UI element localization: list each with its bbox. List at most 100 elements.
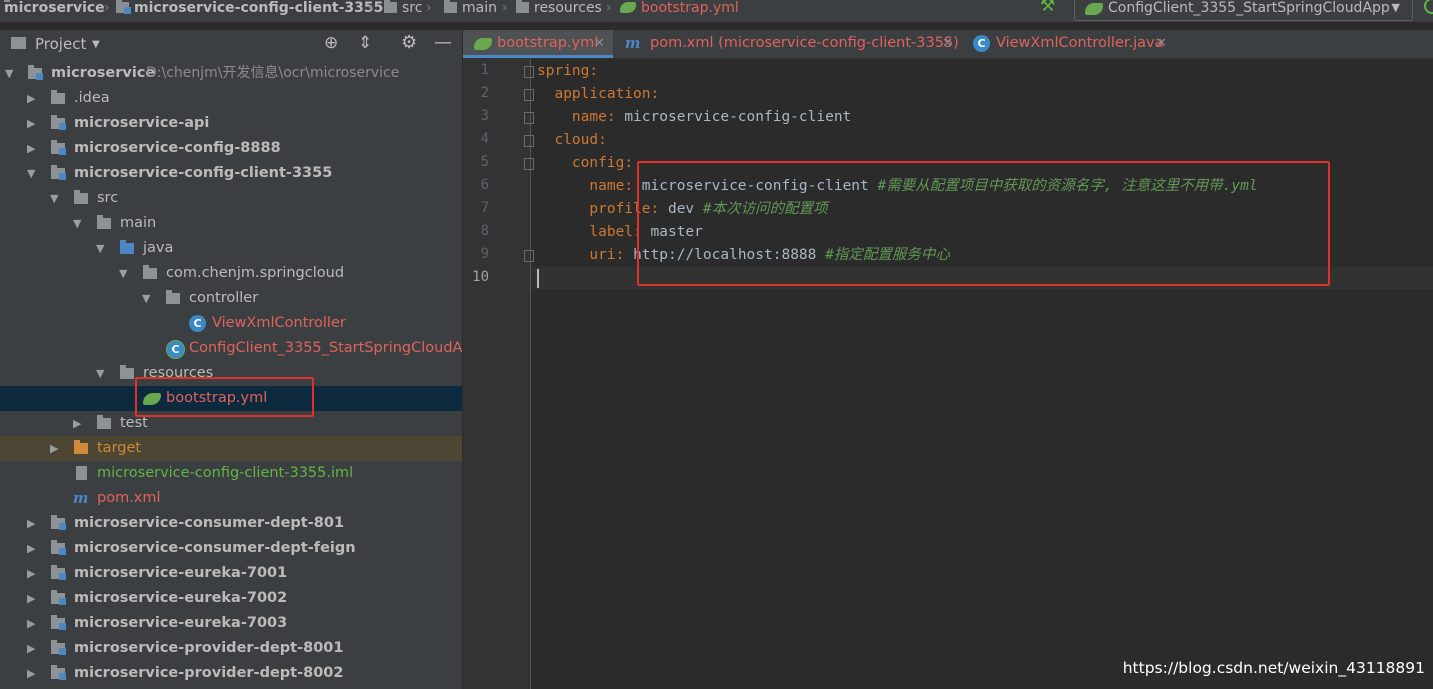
- chevron-right-icon: ›: [104, 0, 110, 16]
- resources-folder-icon: [516, 0, 529, 13]
- spring-boot-icon: [1085, 3, 1103, 15]
- tree-item-microservice[interactable]: ▼ microservice D:\chenjm\开发信息\ocr\micros…: [0, 61, 462, 86]
- run-configuration-dropdown[interactable]: ConfigClient_3355_StartSpringCloudApp ▼: [1074, 0, 1413, 21]
- expanded-arrow-icon[interactable]: ▼: [96, 236, 108, 261]
- collapsed-arrow-icon[interactable]: ▶: [27, 536, 39, 561]
- tree-item-consumer-dept-801[interactable]: ▶ microservice-consumer-dept-801: [0, 511, 462, 536]
- tree-item-src[interactable]: ▼ src: [0, 186, 462, 211]
- tab-viewxmlcontroller[interactable]: C ViewXmlController.java ✕: [961, 30, 1183, 58]
- tree-item-java[interactable]: ▼ java: [0, 236, 462, 261]
- module-folder-icon: [51, 140, 66, 155]
- module-folder-icon: [51, 590, 66, 605]
- tree-item-pom-xml[interactable]: m pom.xml: [0, 486, 462, 511]
- fold-marker-icon[interactable]: [524, 112, 534, 124]
- tree-item-consumer-dept-feign[interactable]: ▶ microservice-consumer-dept-feign: [0, 536, 462, 561]
- watermark-text: https://blog.csdn.net/weixin_43118891: [1122, 659, 1425, 677]
- tree-item-controller[interactable]: ▼ controller: [0, 286, 462, 311]
- expanded-arrow-icon[interactable]: ▼: [5, 61, 17, 86]
- fold-marker-icon[interactable]: [524, 66, 534, 78]
- collapsed-arrow-icon[interactable]: ▶: [27, 511, 39, 536]
- tree-item-microservice-config-client-3355[interactable]: ▼ microservice-config-client-3355: [0, 161, 462, 186]
- spring-leaf-icon: [474, 38, 492, 50]
- tree-item-provider-dept-8001[interactable]: ▶ microservice-provider-dept-8001: [0, 636, 462, 661]
- tree-item-startspringcloudapp[interactable]: C ConfigClient_3355_StartSpringCloudApp: [0, 336, 481, 361]
- collapsed-arrow-icon[interactable]: ▶: [27, 661, 39, 686]
- collapsed-arrow-icon[interactable]: ▶: [73, 411, 85, 436]
- breadcrumb-src[interactable]: src: [384, 0, 422, 18]
- tree-item-eureka-7003[interactable]: ▶ microservice-eureka-7003: [0, 611, 462, 636]
- expanded-arrow-icon[interactable]: ▼: [73, 211, 85, 236]
- collapsed-arrow-icon[interactable]: ▶: [50, 436, 62, 461]
- tree-item-package[interactable]: ▼ com.chenjm.springcloud: [0, 261, 462, 286]
- breadcrumb-resources[interactable]: resources: [516, 0, 602, 18]
- java-class-icon: C: [189, 315, 206, 332]
- collapsed-arrow-icon[interactable]: ▶: [27, 586, 39, 611]
- gear-icon[interactable]: ⚙: [401, 32, 417, 53]
- tree-item-iml[interactable]: microservice-config-client-3355.iml: [0, 461, 462, 486]
- iml-file-icon: [76, 466, 87, 480]
- package-icon: [143, 265, 157, 279]
- close-icon[interactable]: ✕: [594, 30, 605, 57]
- tree-item-target[interactable]: ▶ target: [0, 436, 462, 461]
- breadcrumb-module[interactable]: microservice-config-client-3355: [116, 0, 383, 18]
- fold-marker-icon[interactable]: [524, 89, 534, 101]
- caret-down-icon[interactable]: ▼: [92, 39, 100, 50]
- module-folder-icon: [51, 165, 66, 180]
- code-line-2: application:: [554, 86, 660, 102]
- expanded-arrow-icon[interactable]: ▼: [96, 361, 108, 386]
- folder-icon: [384, 0, 397, 13]
- folder-icon: [74, 190, 88, 204]
- code-line-3: name: microservice-config-client: [571, 109, 852, 125]
- expanded-arrow-icon[interactable]: ▼: [27, 161, 39, 186]
- collapsed-arrow-icon[interactable]: ▶: [27, 611, 39, 636]
- module-folder-icon: [51, 540, 66, 555]
- breadcrumb-main[interactable]: main: [444, 0, 497, 18]
- fold-marker-icon[interactable]: [524, 158, 534, 170]
- collapsed-arrow-icon[interactable]: ▶: [27, 636, 39, 661]
- tab-bootstrap-yml[interactable]: bootstrap.yml ✕: [463, 30, 613, 58]
- close-icon[interactable]: ✕: [942, 30, 953, 57]
- tree-item-microservice-api[interactable]: ▶ microservice-api: [0, 111, 462, 136]
- expanded-arrow-icon[interactable]: ▼: [142, 286, 154, 311]
- navigation-bar: microservice › microservice-config-clien…: [0, 0, 1433, 22]
- java-class-icon: C: [973, 35, 990, 52]
- tree-item-idea[interactable]: ▶ .idea: [0, 86, 462, 111]
- build-hammer-icon[interactable]: ⚒: [1040, 0, 1055, 16]
- module-folder-icon: [116, 0, 131, 14]
- tree-item-eureka-7001[interactable]: ▶ microservice-eureka-7001: [0, 561, 462, 586]
- folder-icon: [51, 90, 65, 104]
- fold-marker-icon[interactable]: [524, 135, 534, 147]
- module-folder-icon: [51, 665, 66, 680]
- line-numbers: 1 2 3 4 5 6 7 8 9 10: [472, 62, 489, 285]
- spring-boot-class-icon: C: [166, 340, 185, 359]
- breadcrumb-file[interactable]: bootstrap.yml: [620, 0, 739, 18]
- module-folder-icon: [51, 615, 66, 630]
- tab-pom-xml[interactable]: m pom.xml (microservice-config-client-33…: [613, 30, 961, 58]
- run-icon[interactable]: [1424, 0, 1433, 14]
- collapse-all-icon[interactable]: ⇕: [358, 33, 372, 53]
- tree-item-main[interactable]: ▼ main: [0, 211, 462, 236]
- module-folder-icon: [51, 640, 66, 655]
- collapsed-arrow-icon[interactable]: ▶: [27, 561, 39, 586]
- project-title[interactable]: Project: [35, 35, 86, 53]
- collapsed-arrow-icon[interactable]: ▶: [27, 136, 39, 161]
- fold-marker-icon[interactable]: [524, 250, 534, 262]
- chevron-right-icon: ›: [368, 0, 374, 16]
- collapsed-arrow-icon[interactable]: ▶: [27, 86, 39, 111]
- breadcrumb-microservice[interactable]: microservice: [4, 0, 105, 18]
- minimize-icon[interactable]: —: [434, 32, 452, 53]
- tree-item-viewxmlcontroller[interactable]: C ViewXmlController: [0, 311, 462, 336]
- expanded-arrow-icon[interactable]: ▼: [119, 261, 131, 286]
- tree-item-eureka-7002[interactable]: ▶ microservice-eureka-7002: [0, 586, 462, 611]
- close-icon[interactable]: ✕: [1156, 30, 1167, 57]
- chevron-right-icon: ›: [502, 0, 508, 16]
- project-view-icon: [11, 37, 26, 49]
- folder-icon: [97, 415, 111, 429]
- collapsed-arrow-icon[interactable]: ▶: [27, 111, 39, 136]
- tree-item-microservice-config-8888[interactable]: ▶ microservice-config-8888: [0, 136, 462, 161]
- locate-crosshair-icon[interactable]: ⊕: [324, 33, 338, 53]
- tree-item-provider-dept-8002[interactable]: ▶ microservice-provider-dept-8002: [0, 661, 462, 686]
- source-folder-icon: [120, 240, 134, 254]
- tree-item-test[interactable]: ▶ test: [0, 411, 462, 436]
- expanded-arrow-icon[interactable]: ▼: [50, 186, 62, 211]
